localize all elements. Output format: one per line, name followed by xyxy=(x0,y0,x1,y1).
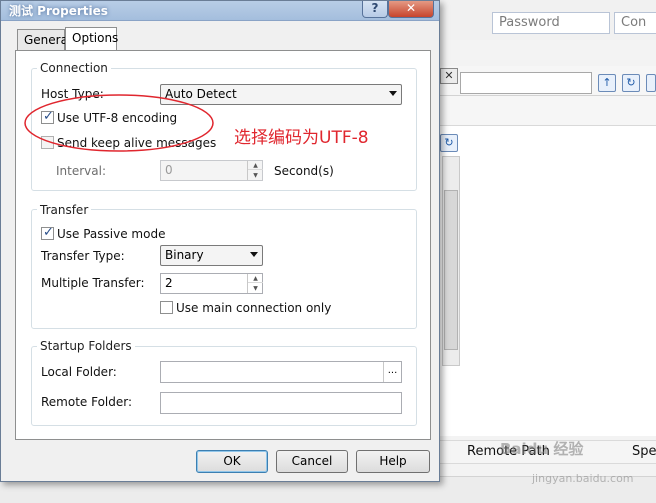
watermark-url: jingyan.baidu.com xyxy=(532,472,634,485)
passive-label[interactable]: Use Passive mode xyxy=(57,227,165,241)
help-button[interactable]: Help xyxy=(356,450,430,473)
chevron-down-icon xyxy=(389,91,397,96)
transfer-type-select[interactable]: Binary xyxy=(160,245,263,266)
tab-general[interactable]: General xyxy=(17,29,71,51)
title-help-button[interactable]: ? xyxy=(362,1,388,18)
tab-options[interactable]: Options xyxy=(65,27,118,51)
remote-file-pane xyxy=(438,96,656,436)
cancel-button[interactable]: Cancel xyxy=(276,450,348,473)
multiple-transfer-spinner[interactable]: 2 ▲ ▼ xyxy=(160,273,263,294)
spin-up-icon[interactable]: ▲ xyxy=(248,161,263,170)
multiple-transfer-label: Multiple Transfer: xyxy=(41,276,145,290)
toolbar-overflow-icon[interactable] xyxy=(646,74,656,92)
spin-down-icon[interactable]: ▼ xyxy=(248,171,263,180)
transfer-type-value: Binary xyxy=(165,248,204,262)
interval-spinner[interactable]: 0 ▲ ▼ xyxy=(160,160,263,181)
main-connection-label[interactable]: Use main connection only xyxy=(176,301,331,315)
startup-folders-group xyxy=(31,346,417,426)
dialog-titlebar[interactable]: 测试 Properties ? ✕ xyxy=(1,1,439,21)
annotation-text: 选择编码为UTF-8 xyxy=(234,128,369,148)
interval-label: Interval: xyxy=(56,164,106,178)
connection-legend: Connection xyxy=(37,61,111,75)
dialog-title: 测试 Properties xyxy=(9,4,108,18)
up-folder-icon[interactable]: ↑ xyxy=(598,74,616,92)
chevron-down-icon xyxy=(250,252,258,257)
ok-button[interactable]: OK xyxy=(196,450,268,473)
interval-spin-buttons[interactable]: ▲ ▼ xyxy=(247,161,263,180)
multiple-transfer-spin-buttons[interactable]: ▲ ▼ xyxy=(247,274,263,293)
title-close-button[interactable]: ✕ xyxy=(388,1,434,18)
main-connection-checkbox[interactable] xyxy=(160,301,173,314)
spin-down-icon[interactable]: ▼ xyxy=(248,284,263,293)
checkmark-icon: ✓ xyxy=(43,225,54,240)
watermark-logo: Baidu 经验 xyxy=(500,440,584,458)
local-folder-label: Local Folder: xyxy=(41,365,117,379)
spin-up-icon[interactable]: ▲ xyxy=(248,274,263,283)
remote-folder-label: Remote Folder: xyxy=(41,395,133,409)
column-speed[interactable]: Spe xyxy=(632,444,656,459)
interval-value: 0 xyxy=(165,163,173,177)
remote-path-combo[interactable] xyxy=(460,72,592,94)
refresh-icon[interactable]: ↻ xyxy=(622,74,640,92)
multiple-transfer-value: 2 xyxy=(165,276,173,290)
remote-folder-input[interactable] xyxy=(160,392,402,414)
passive-checkbox[interactable]: ✓ xyxy=(41,225,54,240)
password-input[interactable]: Password xyxy=(492,12,610,34)
interval-unit: Second(s) xyxy=(274,164,334,178)
pane-refresh-icon[interactable]: ↻ xyxy=(440,134,458,152)
transfer-legend: Transfer xyxy=(37,203,92,217)
pane-close-icon[interactable]: ✕ xyxy=(440,68,458,84)
properties-dialog: 测试 Properties ? ✕ General Options Connec… xyxy=(0,0,440,482)
connect-button[interactable]: Con xyxy=(614,12,656,34)
annotation-ellipse xyxy=(24,94,214,152)
browse-button[interactable]: ... xyxy=(383,362,401,382)
local-folder-input[interactable]: ... xyxy=(160,361,402,383)
startup-folders-legend: Startup Folders xyxy=(37,339,135,353)
annotation-ellipse-shape xyxy=(24,94,214,152)
transfer-type-label: Transfer Type: xyxy=(41,249,125,263)
remote-pane-toolbar xyxy=(438,96,656,126)
scrollbar-thumb[interactable] xyxy=(444,190,458,350)
